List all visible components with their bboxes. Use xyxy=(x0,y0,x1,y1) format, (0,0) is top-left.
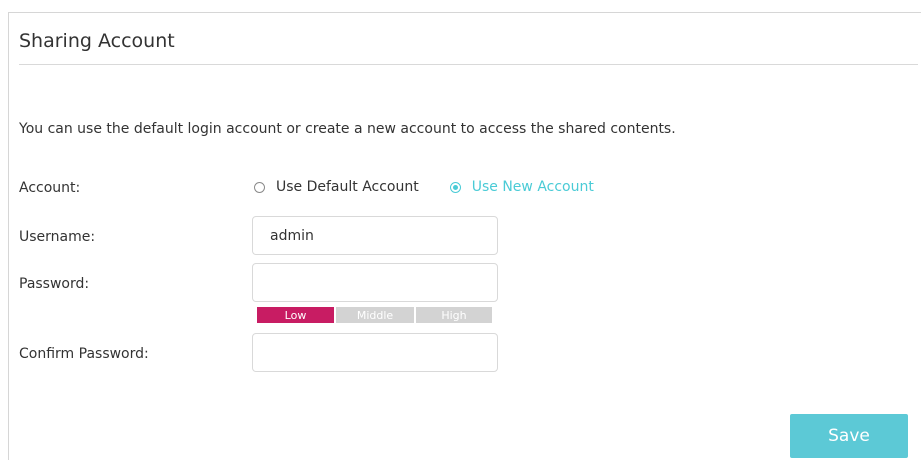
password-label: Password: xyxy=(19,276,90,292)
sharing-account-panel: Sharing Account You can use the default … xyxy=(8,12,921,460)
username-input[interactable] xyxy=(252,216,498,255)
username-label: Username: xyxy=(19,229,96,245)
radio-use-new-account[interactable]: Use New Account xyxy=(449,179,594,195)
save-button[interactable]: Save xyxy=(790,414,908,458)
section-description: You can use the default login account or… xyxy=(19,121,676,137)
strength-low: Low xyxy=(257,307,334,323)
password-strength-meter: Low Middle High xyxy=(257,307,492,323)
confirm-password-input[interactable] xyxy=(252,333,498,372)
radio-unchecked-icon[interactable] xyxy=(254,181,265,193)
password-input[interactable] xyxy=(252,263,498,302)
title-divider xyxy=(19,64,918,65)
radio-label-default: Use Default Account xyxy=(276,179,419,195)
radio-checked-icon[interactable] xyxy=(449,181,461,193)
account-radio-group: Use Default Account Use New Account xyxy=(254,179,594,195)
section-title: Sharing Account xyxy=(19,30,175,52)
radio-use-default-account[interactable]: Use Default Account xyxy=(254,179,419,195)
strength-high: High xyxy=(416,307,492,323)
confirm-password-label: Confirm Password: xyxy=(19,346,149,362)
strength-middle: Middle xyxy=(336,307,414,323)
account-label: Account: xyxy=(19,180,81,196)
radio-label-new: Use New Account xyxy=(471,179,594,195)
